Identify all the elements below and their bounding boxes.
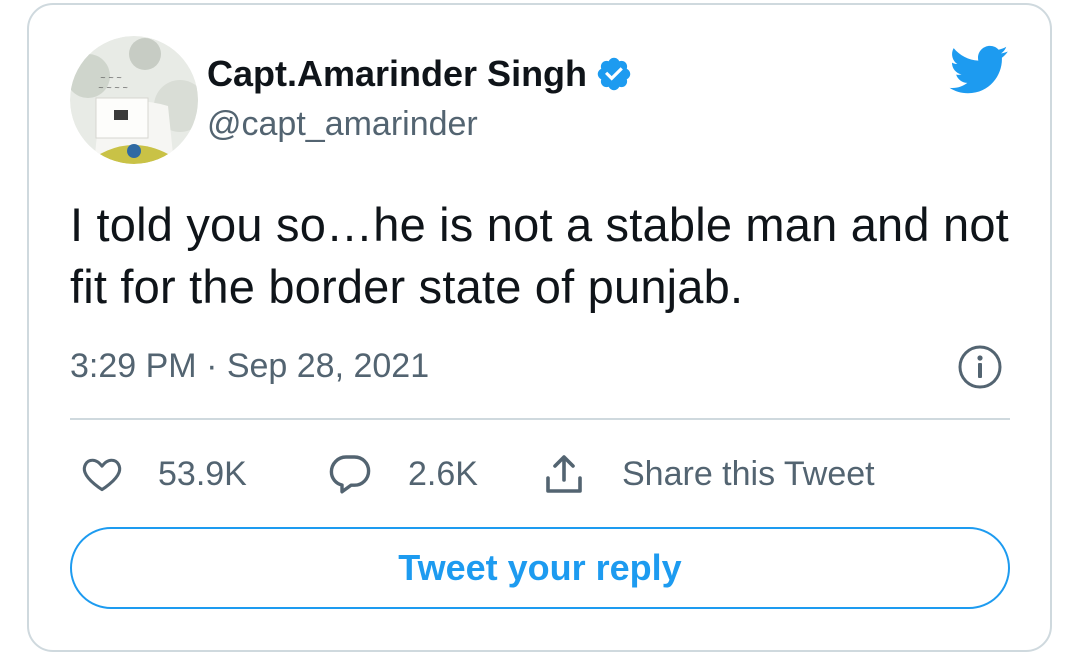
tweet-timestamp[interactable]: 3:29 PM · Sep 28, 2021 — [70, 344, 429, 388]
divider — [70, 418, 1010, 420]
verified-badge-icon — [597, 57, 631, 91]
svg-text:~ ~ ~ ~: ~ ~ ~ ~ — [98, 84, 128, 92]
share-label: Share this Tweet — [622, 454, 875, 493]
share-upload-icon — [546, 455, 582, 493]
avatar[interactable]: ~ ~ ~ ~ ~ ~ ~ — [70, 36, 198, 164]
reply-button[interactable]: 2.6K — [326, 448, 478, 500]
twitter-bird-icon[interactable] — [947, 44, 1009, 94]
info-icon[interactable] — [957, 344, 1003, 390]
svg-text:~ ~ ~: ~ ~ ~ — [100, 74, 122, 82]
tweet-your-reply-button[interactable]: Tweet your reply — [70, 527, 1010, 609]
avatar-image: ~ ~ ~ ~ ~ ~ ~ — [70, 36, 198, 164]
author-name[interactable]: Capt.Amarinder Singh — [207, 52, 633, 96]
tweet-text: I told you so…he is not a stable man and… — [70, 198, 1009, 313]
like-count: 53.9K — [158, 454, 247, 493]
author-name-text[interactable]: Capt.Amarinder Singh — [207, 52, 587, 96]
reply-button-label: Tweet your reply — [398, 547, 682, 588]
reply-count: 2.6K — [408, 454, 478, 493]
heart-icon — [82, 458, 122, 492]
like-button[interactable]: 53.9K — [80, 448, 247, 500]
speech-bubble-icon — [329, 455, 371, 494]
share-button[interactable]: Share this Tweet — [540, 448, 875, 500]
author-handle[interactable]: @capt_amarinder — [207, 102, 478, 146]
